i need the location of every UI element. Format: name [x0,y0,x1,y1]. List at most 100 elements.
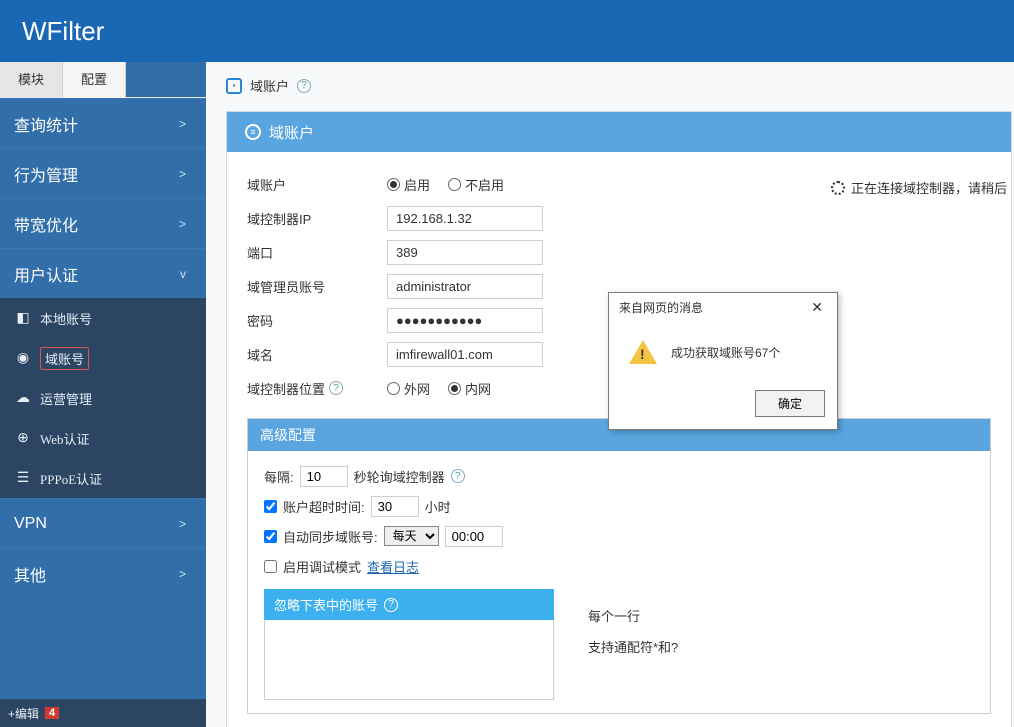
card-icon: ◧ [14,310,32,327]
chevron-right-icon: > [179,567,186,581]
select-sync-freq[interactable]: 每天 [384,526,439,546]
module-icon [226,78,242,94]
status-text: 正在连接域控制器，请稍后 [851,178,1007,197]
sidebar-item-label: 域账号 [40,347,89,370]
nav-userauth-sub: ◧ 本地账号 ◉ 域账号 ☁ 运营管理 ⊕ Web认证 ☰ PPPoE认证 [0,298,206,498]
radio-disable-label: 不启用 [465,175,504,194]
dialog-title: 来自网页的消息 [619,299,703,316]
input-password[interactable] [387,308,543,333]
input-timeout[interactable] [371,496,419,517]
radio-disable-wrap[interactable]: 不启用 [448,175,504,194]
help-icon[interactable]: ? [451,469,465,483]
spinner-icon [831,181,845,195]
interval-pre: 每隔: [264,467,294,486]
chevron-right-icon: > [179,217,186,231]
sidebar-item-local-account[interactable]: ◧ 本地账号 [0,298,206,338]
check-sync[interactable] [264,530,277,543]
label-domain-name: 域名 [247,345,387,364]
radio-internal[interactable] [448,382,461,395]
input-sync-time[interactable] [445,526,503,547]
ignore-hints: 每个一行 支持通配符*和? [588,601,678,663]
nav-label: 行为管理 [14,162,78,186]
radio-disable[interactable] [448,178,461,191]
ok-button[interactable]: 确定 [755,390,825,417]
sidebar: 模块 配置 查询统计 > 行为管理 > 带宽优化 > 用户认证 v ◧ 本地账号… [0,62,206,727]
dialog-message: 成功获取域账号67个 [671,344,780,361]
interval-post: 秒轮询域控制器 [354,467,445,486]
label-ctrl-ip: 域控制器IP [247,209,387,228]
bottom-edit-bar[interactable]: +编辑 4 [0,699,206,727]
chevron-right-icon: > [179,167,186,181]
radio-enable[interactable] [387,178,400,191]
ignore-header: 忽略下表中的账号 ? [264,589,554,620]
tab-config[interactable]: 配置 [63,62,126,98]
nav-label: VPN [14,515,47,533]
breadcrumb: 域账户 ? [226,76,1014,95]
radio-internal-wrap[interactable]: 内网 [448,379,491,398]
sidebar-item-domain-account[interactable]: ◉ 域账号 [0,338,206,378]
chevron-down-icon: v [180,267,186,281]
sidebar-item-label: 运营管理 [40,389,92,408]
input-interval[interactable] [300,466,348,487]
advanced-panel: 高级配置 每隔: 秒轮询域控制器 ? 账户超时时间: 小时 [247,418,991,714]
textarea-ignore-list[interactable] [264,620,554,700]
sidebar-item-ops[interactable]: ☁ 运营管理 [0,378,206,418]
label-ctrl-location: 域控制器位置 ? [247,379,387,398]
input-admin[interactable] [387,274,543,299]
sidebar-tabs: 模块 配置 [0,62,206,98]
hint-line-2: 支持通配符*和? [588,632,678,663]
target-icon: ◉ [14,350,32,367]
timeout-label: 账户超时时间: [283,497,365,516]
label-port: 端口 [247,243,387,262]
help-icon[interactable]: ? [297,79,311,93]
nav-userauth[interactable]: 用户认证 v [0,248,206,298]
input-ctrl-ip[interactable] [387,206,543,231]
radio-external[interactable] [387,382,400,395]
sidebar-item-web-auth[interactable]: ⊕ Web认证 [0,418,206,458]
nav-label: 查询统计 [14,112,78,136]
nav-label: 带宽优化 [14,212,78,236]
app-banner: WFilter [0,0,1014,62]
radio-enable-wrap[interactable]: 启用 [387,175,430,194]
status-connecting: 正在连接域控制器，请稍后 [831,178,1007,197]
input-domain-name[interactable] [387,342,543,367]
sidebar-item-label: PPPoE认证 [40,469,102,488]
sync-label: 自动同步域账号: [283,527,378,546]
link-view-log[interactable]: 查看日志 [367,557,419,576]
panel-header: 域账户 [227,112,1011,152]
nav-bandwidth[interactable]: 带宽优化 > [0,198,206,248]
panel-icon [245,124,261,140]
sidebar-item-pppoe[interactable]: ☰ PPPoE认证 [0,458,206,498]
help-icon[interactable]: ? [329,381,343,395]
panel-title: 域账户 [269,122,314,143]
edit-badge: 4 [45,707,59,719]
tab-module[interactable]: 模块 [0,62,63,98]
nav-query-stats[interactable]: 查询统计 > [0,98,206,148]
alert-dialog: 来自网页的消息 ✕ 成功获取域账号67个 确定 [608,292,838,430]
sidebar-tabs-spacer [126,62,206,97]
help-icon[interactable]: ? [384,598,398,612]
debug-label: 启用调试模式 [283,557,361,576]
radio-external-wrap[interactable]: 外网 [387,379,430,398]
list-icon: ☰ [14,470,32,487]
nav-behavior[interactable]: 行为管理 > [0,148,206,198]
check-timeout[interactable] [264,500,277,513]
breadcrumb-title: 域账户 [250,76,289,95]
nav-other[interactable]: 其他 > [0,548,206,598]
nav-label: 用户认证 [14,262,78,286]
input-port[interactable] [387,240,543,265]
sidebar-item-label: 本地账号 [40,309,92,328]
close-icon[interactable]: ✕ [807,299,827,316]
label-domain-account: 域账户 [247,175,387,194]
brand-title: WFilter [22,16,104,47]
warning-icon [629,340,657,364]
radio-enable-label: 启用 [404,175,430,194]
nav-vpn[interactable]: VPN > [0,498,206,548]
radio-internal-label: 内网 [465,379,491,398]
label-admin: 域管理员账号 [247,277,387,296]
ignore-accounts-box: 忽略下表中的账号 ? [264,589,554,703]
check-debug[interactable] [264,560,277,573]
sidebar-item-label: Web认证 [40,429,90,448]
hint-line-1: 每个一行 [588,601,678,632]
edit-label: +编辑 [8,705,39,722]
